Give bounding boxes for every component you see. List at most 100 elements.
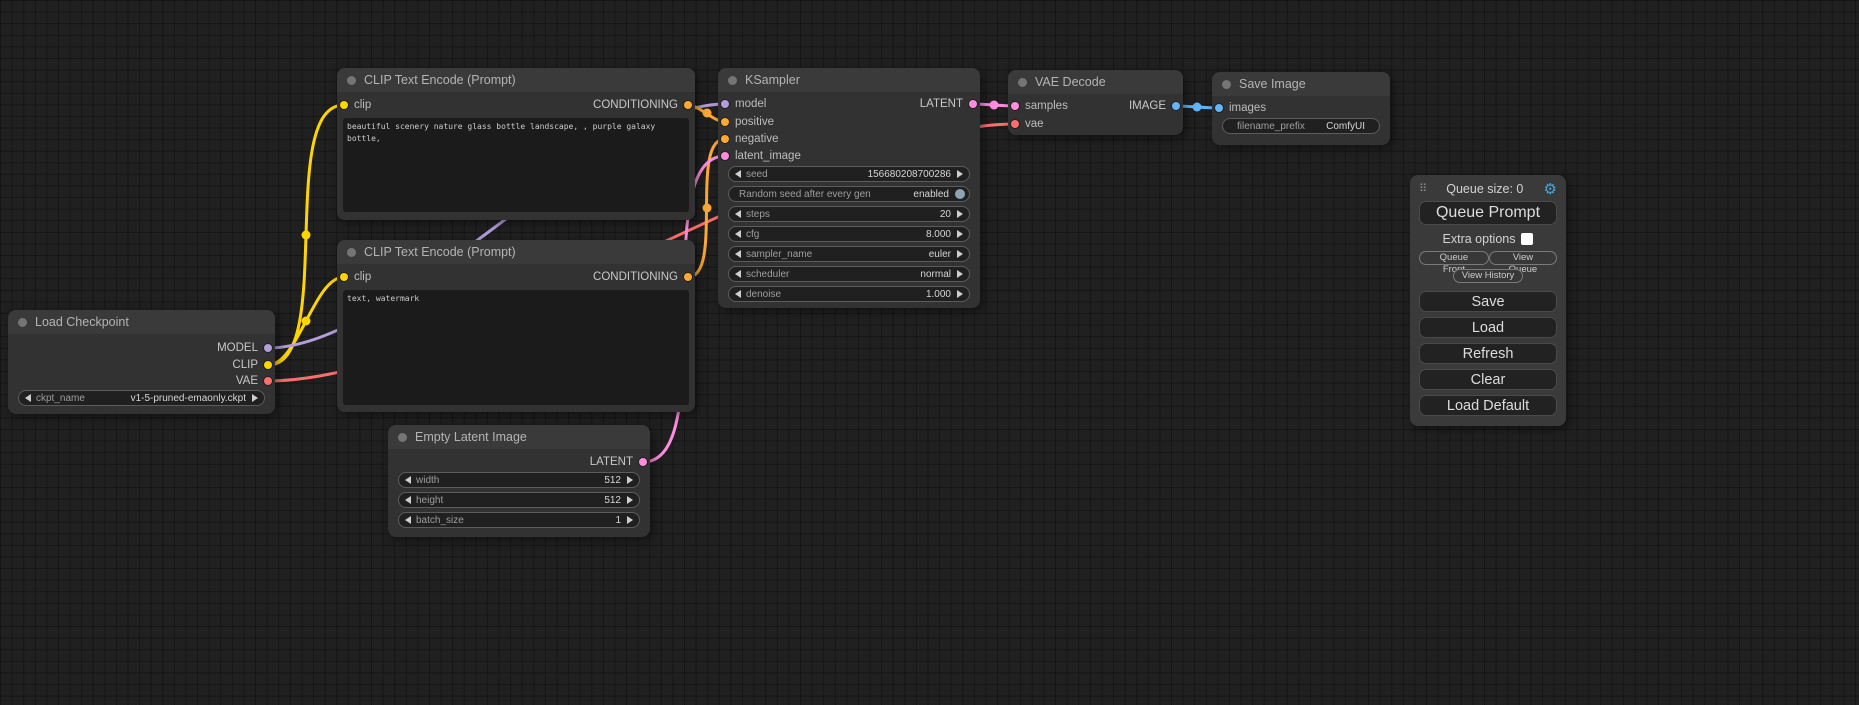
- node-header[interactable]: VAE Decode: [1008, 70, 1183, 94]
- collapse-dot-icon[interactable]: [18, 318, 27, 327]
- decrement-arrow-icon[interactable]: [25, 394, 31, 402]
- slot-label: VAE: [8, 374, 275, 388]
- node-title: Empty Latent Image: [388, 425, 650, 449]
- collapse-dot-icon[interactable]: [398, 433, 407, 442]
- connection-dot-images-input[interactable]: [1215, 104, 1223, 112]
- decrement-arrow-icon[interactable]: [735, 170, 741, 178]
- node-header[interactable]: Empty Latent Image: [388, 425, 650, 449]
- widget-steps[interactable]: steps 20: [728, 206, 970, 222]
- widget-label: sampler_name: [746, 249, 812, 260]
- decrement-arrow-icon[interactable]: [735, 230, 741, 238]
- positive-prompt-textarea[interactable]: beautiful scenery nature glass bottle la…: [343, 118, 689, 212]
- save-button[interactable]: Save: [1419, 291, 1557, 312]
- negative-prompt-textarea[interactable]: text, watermark: [343, 290, 689, 405]
- connection-dot-latent-output[interactable]: [969, 100, 977, 108]
- connection-dot-image-output[interactable]: [1172, 102, 1180, 110]
- widget-sampler-name[interactable]: sampler_name euler: [728, 246, 970, 262]
- decrement-arrow-icon[interactable]: [735, 250, 741, 258]
- node-load-checkpoint[interactable]: Load Checkpoint MODEL CLIP VAE ckpt_name…: [8, 310, 275, 414]
- node-vae-decode[interactable]: VAE Decode samples IMAGE vae: [1008, 70, 1183, 135]
- link-dot: [302, 231, 311, 240]
- slot-row: model LATENT: [718, 97, 980, 111]
- view-queue-button[interactable]: View Queue: [1489, 251, 1557, 265]
- widget-seed[interactable]: seed 156680208700286: [728, 166, 970, 182]
- decrement-arrow-icon[interactable]: [735, 270, 741, 278]
- increment-arrow-icon[interactable]: [627, 496, 633, 504]
- increment-arrow-icon[interactable]: [957, 170, 963, 178]
- node-empty-latent-image[interactable]: Empty Latent Image LATENT width 512 heig…: [388, 425, 650, 537]
- toggle-icon[interactable]: [955, 189, 965, 199]
- slot-row: samples IMAGE: [1008, 99, 1183, 113]
- connection-dot-conditioning-output[interactable]: [684, 273, 692, 281]
- increment-arrow-icon[interactable]: [252, 394, 258, 402]
- decrement-arrow-icon[interactable]: [735, 210, 741, 218]
- load-default-button[interactable]: Load Default: [1419, 395, 1557, 416]
- widget-filename-prefix[interactable]: filename_prefix ComfyUI: [1222, 118, 1380, 134]
- extra-options-checkbox[interactable]: [1521, 233, 1533, 245]
- load-button[interactable]: Load: [1419, 317, 1557, 338]
- node-title: Save Image: [1212, 72, 1390, 96]
- connection-dot-vae[interactable]: [264, 377, 272, 385]
- connection-dot-model[interactable]: [264, 344, 272, 352]
- collapse-dot-icon[interactable]: [728, 76, 737, 85]
- increment-arrow-icon[interactable]: [627, 516, 633, 524]
- slot-row: latent_image: [718, 149, 980, 163]
- slot-label: CLIP: [8, 358, 275, 372]
- node-header[interactable]: KSampler: [718, 68, 980, 92]
- widget-ckpt-name[interactable]: ckpt_name v1-5-pruned-emaonly.ckpt: [18, 390, 265, 406]
- widget-value: 512: [604, 495, 621, 506]
- widget-value: 156680208700286: [868, 169, 951, 180]
- widget-random-seed[interactable]: Random seed after every gen enabled: [728, 186, 970, 202]
- slot-row: vae: [1008, 117, 1183, 131]
- node-header[interactable]: Save Image: [1212, 72, 1390, 96]
- decrement-arrow-icon[interactable]: [735, 290, 741, 298]
- node-ksampler[interactable]: KSampler model LATENT positive negative …: [718, 68, 980, 308]
- increment-arrow-icon[interactable]: [957, 230, 963, 238]
- widget-scheduler[interactable]: scheduler normal: [728, 266, 970, 282]
- widget-cfg[interactable]: cfg 8.000: [728, 226, 970, 242]
- increment-arrow-icon[interactable]: [957, 210, 963, 218]
- connection-dot-clip[interactable]: [264, 361, 272, 369]
- queue-prompt-button[interactable]: Queue Prompt: [1419, 201, 1557, 225]
- graph-canvas[interactable]: Load Checkpoint MODEL CLIP VAE ckpt_name…: [0, 0, 1859, 705]
- gear-icon[interactable]: ⚙: [1544, 182, 1557, 197]
- increment-arrow-icon[interactable]: [957, 250, 963, 258]
- refresh-button[interactable]: Refresh: [1419, 343, 1557, 364]
- collapse-dot-icon[interactable]: [1018, 78, 1027, 87]
- decrement-arrow-icon[interactable]: [405, 496, 411, 504]
- node-save-image[interactable]: Save Image images filename_prefix ComfyU…: [1212, 72, 1390, 145]
- queue-front-button[interactable]: Queue Front: [1419, 251, 1489, 265]
- drag-handle-icon[interactable]: ⠿: [1419, 184, 1426, 195]
- widget-label: Random seed after every gen: [739, 189, 871, 200]
- node-header[interactable]: CLIP Text Encode (Prompt): [337, 68, 695, 92]
- decrement-arrow-icon[interactable]: [405, 516, 411, 524]
- collapse-dot-icon[interactable]: [347, 76, 356, 85]
- node-title: CLIP Text Encode (Prompt): [337, 68, 695, 92]
- view-history-button[interactable]: View History: [1453, 269, 1524, 283]
- increment-arrow-icon[interactable]: [627, 476, 633, 484]
- connection-dot-conditioning-output[interactable]: [684, 101, 692, 109]
- collapse-dot-icon[interactable]: [347, 248, 356, 257]
- connection-dot-vae-input[interactable]: [1011, 120, 1019, 128]
- increment-arrow-icon[interactable]: [957, 290, 963, 298]
- widget-batch-size[interactable]: batch_size 1: [398, 512, 640, 528]
- output-slot-model: MODEL: [8, 341, 275, 355]
- connection-dot-positive-input[interactable]: [721, 118, 729, 126]
- widget-height[interactable]: height 512: [398, 492, 640, 508]
- collapse-dot-icon[interactable]: [1222, 80, 1231, 89]
- link-dot: [1193, 103, 1202, 112]
- node-clip-text-encode-positive[interactable]: CLIP Text Encode (Prompt) clip CONDITION…: [337, 68, 695, 220]
- connection-dot-negative-input[interactable]: [721, 135, 729, 143]
- widget-label: filename_prefix: [1237, 121, 1305, 132]
- connection-dot-latent-output[interactable]: [639, 458, 647, 466]
- node-header[interactable]: CLIP Text Encode (Prompt): [337, 240, 695, 264]
- widget-width[interactable]: width 512: [398, 472, 640, 488]
- connection-dot-latent-image-input[interactable]: [721, 152, 729, 160]
- node-title: CLIP Text Encode (Prompt): [337, 240, 695, 264]
- widget-denoise[interactable]: denoise 1.000: [728, 286, 970, 302]
- node-clip-text-encode-negative[interactable]: CLIP Text Encode (Prompt) clip CONDITION…: [337, 240, 695, 412]
- increment-arrow-icon[interactable]: [957, 270, 963, 278]
- decrement-arrow-icon[interactable]: [405, 476, 411, 484]
- node-header[interactable]: Load Checkpoint: [8, 310, 275, 334]
- clear-button[interactable]: Clear: [1419, 369, 1557, 390]
